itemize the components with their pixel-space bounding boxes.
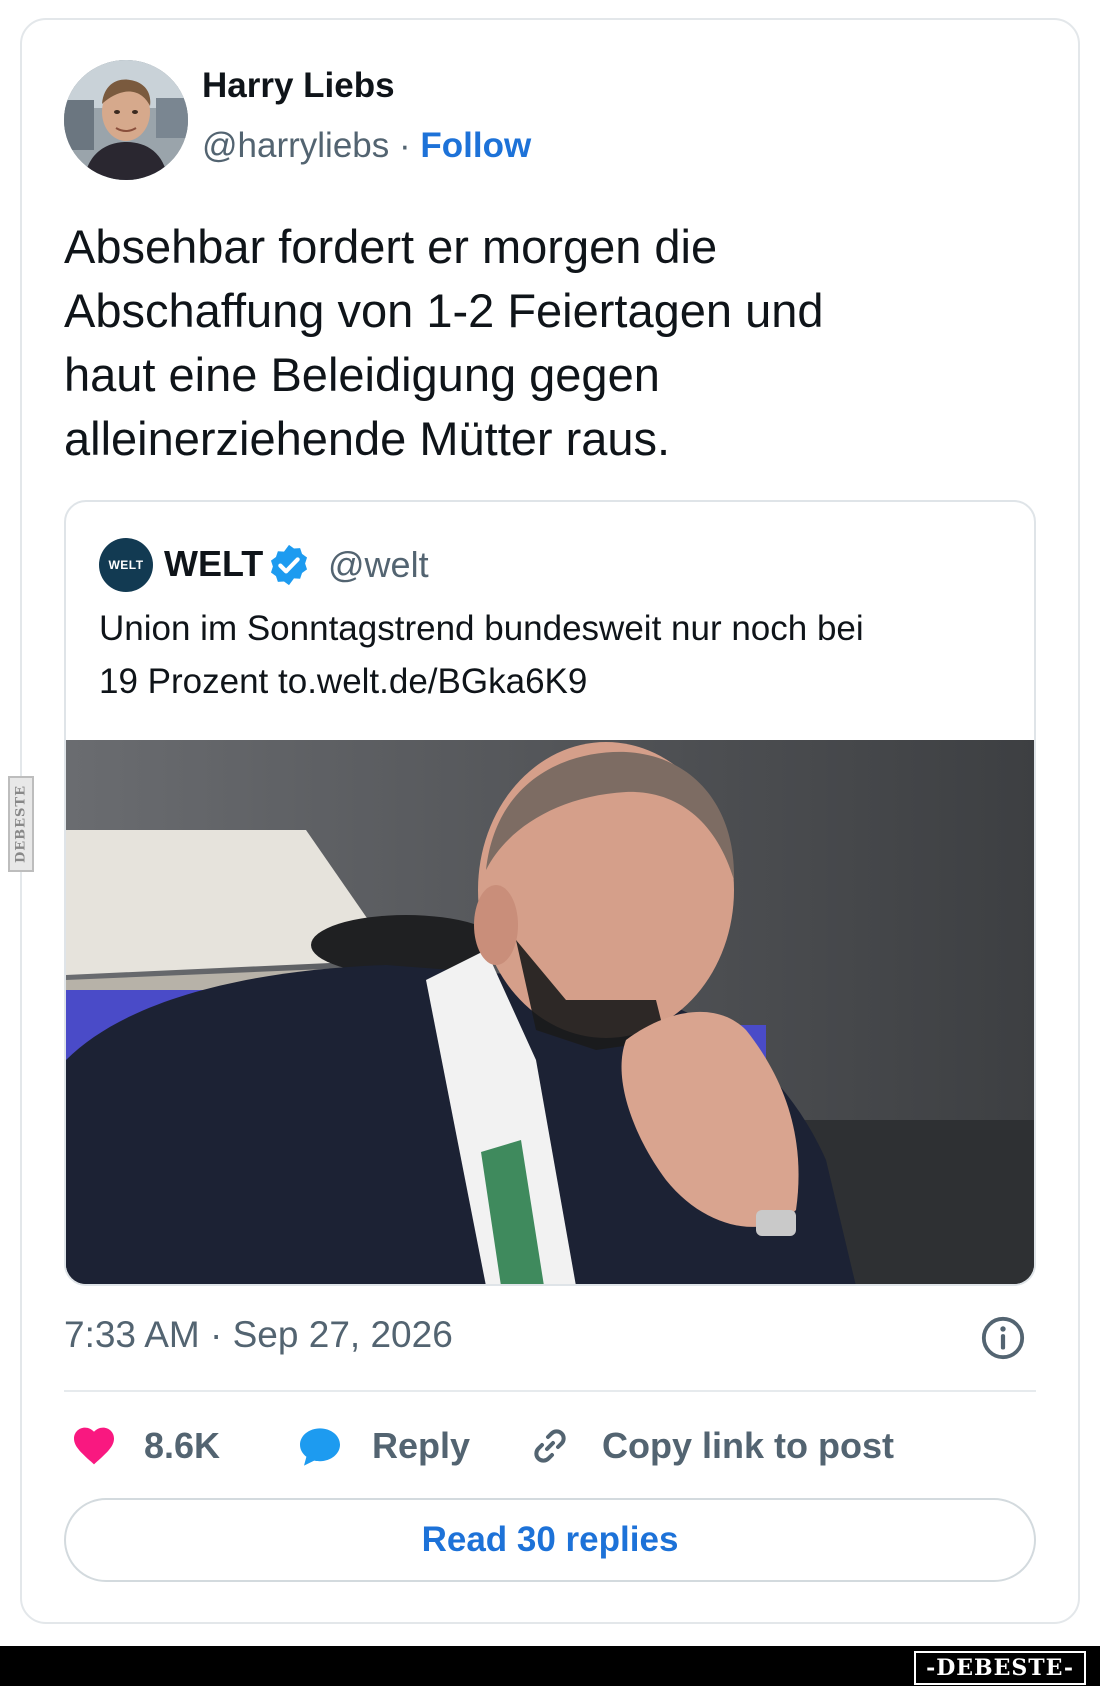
like-button[interactable]: 8.6K xyxy=(70,1418,220,1474)
quoted-tweet-text: Union im Sonntagstrend bundesweit nur no… xyxy=(99,602,999,708)
reply-bubble-icon xyxy=(300,1428,340,1466)
tweet-text-line: alleinerziehende Mütter raus. xyxy=(64,412,671,465)
separator-dot: · xyxy=(389,126,421,165)
author-handle[interactable]: @harryliebs xyxy=(202,126,389,165)
tweet-text: Absehbar fordert er morgen die Abschaffu… xyxy=(64,215,964,471)
debeste-watermark: -DEBESTE- xyxy=(914,1651,1086,1685)
author-name[interactable]: Harry Liebs xyxy=(202,66,395,106)
tweet-text-line: Absehbar fordert er morgen die xyxy=(64,220,718,273)
heart-icon xyxy=(74,1427,114,1465)
quoted-tweet[interactable]: WELT WELT @welt Union im Sonntagstrend b… xyxy=(64,500,1036,1286)
quoted-text-line: Union im Sonntagstrend bundesweit nur no… xyxy=(99,609,864,648)
quoted-author-name[interactable]: WELT xyxy=(164,542,263,586)
author-handle-line: @harryliebs · Follow xyxy=(202,125,531,167)
tweet-text-line: haut eine Beleidigung gegen xyxy=(64,348,660,401)
reply-button[interactable]: Reply xyxy=(296,1418,470,1474)
reply-label: Reply xyxy=(372,1425,471,1466)
welt-logo: WELT xyxy=(99,538,153,592)
follow-button[interactable]: Follow xyxy=(420,126,531,165)
quoted-text-line: 19 Prozent to.welt.de/BGka6K9 xyxy=(99,662,588,701)
tweet-text-line: Abschaffung von 1-2 Feiertagen und xyxy=(64,284,824,337)
quoted-author-handle[interactable]: @welt xyxy=(328,542,429,588)
tweet-timestamp[interactable]: 7:33 AM · Sep 27, 2026 xyxy=(64,1312,453,1358)
quoted-tweet-photo[interactable] xyxy=(66,740,1034,1284)
info-icon[interactable] xyxy=(980,1315,1026,1361)
avatar[interactable] xyxy=(64,60,188,180)
read-replies-button[interactable]: Read 30 replies xyxy=(64,1498,1036,1582)
verified-badge-icon xyxy=(270,544,308,586)
link-icon xyxy=(534,1429,566,1463)
divider xyxy=(64,1390,1036,1392)
copy-link-label: Copy link to post xyxy=(602,1425,894,1466)
like-count: 8.6K xyxy=(144,1425,221,1466)
side-watermark: DEBESTE xyxy=(8,776,34,872)
copy-link-button[interactable]: Copy link to post xyxy=(526,1418,894,1474)
